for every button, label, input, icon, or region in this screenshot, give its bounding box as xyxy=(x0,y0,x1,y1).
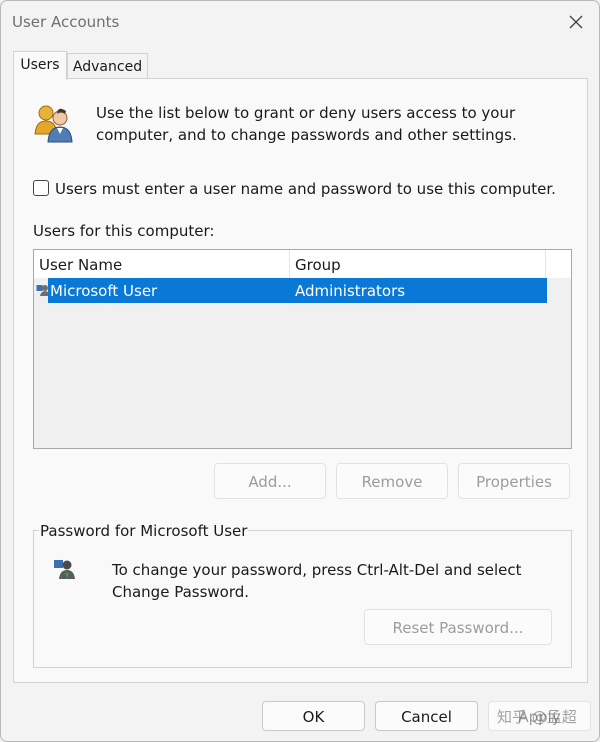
table-row[interactable]: Microsoft User Administrators xyxy=(48,278,547,303)
column-header-user-name[interactable]: User Name xyxy=(34,250,290,278)
tab-advanced[interactable]: Advanced xyxy=(67,53,148,79)
users-tab-panel: Use the list below to grant or deny user… xyxy=(13,78,588,683)
column-header-group[interactable]: Group xyxy=(290,250,546,278)
cancel-button[interactable]: Cancel xyxy=(375,701,478,731)
add-button[interactable]: Add... xyxy=(214,463,326,499)
require-login-label[interactable]: Users must enter a user name and passwor… xyxy=(55,179,556,199)
cell-group: Administrators xyxy=(295,282,406,300)
password-help-text: To change your password, press Ctrl-Alt-… xyxy=(112,561,522,601)
password-user-icon xyxy=(54,560,75,579)
tab-users[interactable]: Users xyxy=(13,51,67,80)
cell-user-name: Microsoft User xyxy=(50,282,158,300)
remove-button[interactable]: Remove xyxy=(336,463,448,499)
users-list[interactable]: User Name Group Microsoft User Administr… xyxy=(33,249,572,449)
close-icon[interactable] xyxy=(565,11,587,33)
users-list-label: Users for this computer: xyxy=(33,222,215,240)
ok-button[interactable]: OK xyxy=(262,701,365,731)
window-title: User Accounts xyxy=(12,13,120,31)
list-header: User Name Group xyxy=(34,250,571,278)
reset-password-button[interactable]: Reset Password... xyxy=(364,609,552,645)
password-group-title: Password for Microsoft User xyxy=(39,521,249,541)
require-login-checkbox[interactable] xyxy=(33,180,49,196)
intro-text: Use the list below to grant or deny user… xyxy=(96,104,517,144)
properties-button[interactable]: Properties xyxy=(458,463,570,499)
users-icon xyxy=(34,105,73,143)
user-accounts-window: User Accounts Users Advanced Use the lis… xyxy=(0,0,600,742)
watermark: 知乎 @孟超 xyxy=(497,708,577,726)
